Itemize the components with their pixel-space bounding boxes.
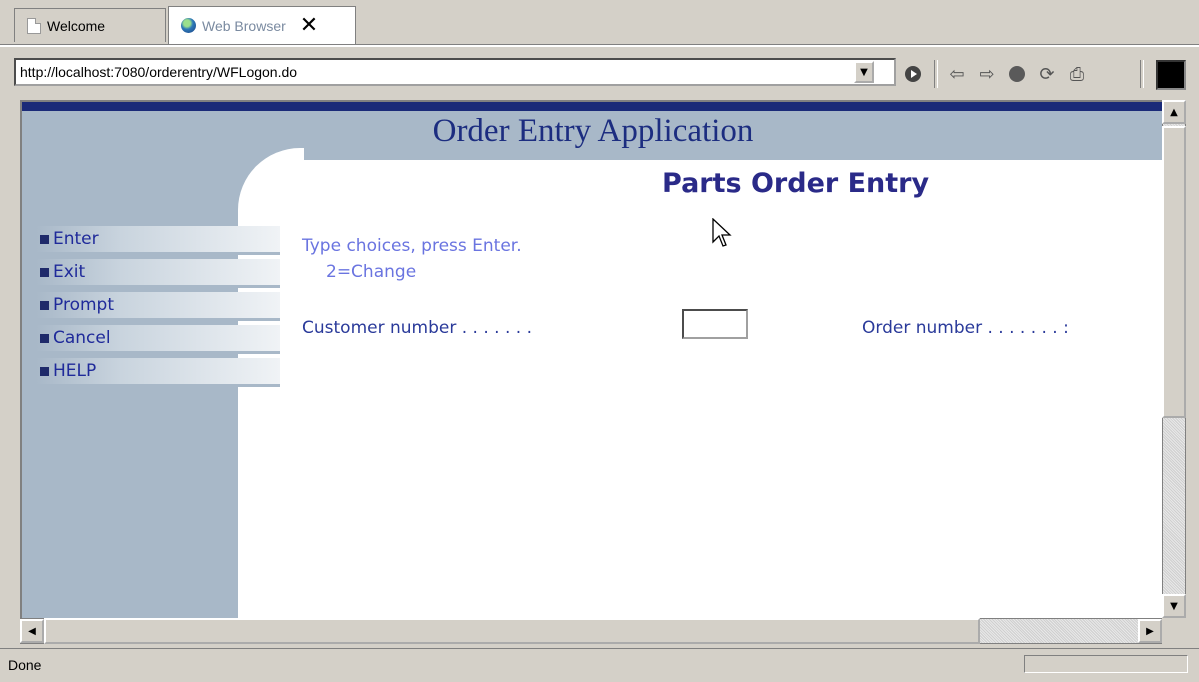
nav-item-label: Prompt	[53, 295, 114, 315]
close-tab-icon[interactable]: ✕	[300, 14, 318, 37]
chevron-down-icon: ▼	[860, 66, 868, 78]
toolbar-separator	[934, 60, 938, 88]
scroll-right-button[interactable]: ▶	[1138, 619, 1162, 643]
app-header: Order Entry Application	[22, 114, 1162, 160]
arrow-down-icon: ▼	[1170, 600, 1178, 612]
browser-viewport: Order Entry Application Enter Exit Promp…	[20, 100, 1162, 618]
tab-divider	[0, 44, 1199, 47]
url-input[interactable]: http://localhost:7080/orderentry/WFLogon…	[14, 58, 896, 86]
scrollbar-corner	[1162, 618, 1186, 644]
arrow-right-icon: ▶	[1146, 625, 1154, 637]
stop-button[interactable]	[1006, 64, 1028, 84]
customer-number-input[interactable]	[682, 309, 748, 339]
nav-item-cancel[interactable]: Cancel	[36, 325, 280, 354]
toolbar-separator	[1140, 60, 1144, 88]
bullet-icon	[40, 267, 49, 277]
refresh-icon: ⟳	[1039, 63, 1055, 85]
bullet-icon	[40, 366, 49, 376]
forward-arrow-icon: ⇨	[979, 63, 995, 85]
vertical-scroll-thumb[interactable]	[1162, 126, 1186, 418]
back-arrow-icon: ⇦	[949, 63, 965, 85]
bullet-icon	[40, 234, 49, 244]
document-icon	[27, 17, 41, 34]
browser-toolbar: http://localhost:7080/orderentry/WFLogon…	[0, 52, 1199, 94]
status-text: Done	[8, 657, 42, 673]
stop-icon	[1009, 66, 1025, 82]
url-dropdown-button[interactable]: ▼	[854, 61, 874, 83]
customer-number-label: Customer number . . . . . . .	[302, 318, 532, 338]
instruction-option: 2=Change	[326, 262, 417, 282]
forward-button[interactable]: ⇨	[976, 63, 998, 85]
printer-icon: ⎙	[1069, 63, 1085, 85]
order-number-label: Order number . . . . . . . :	[862, 318, 1069, 338]
arrow-left-icon: ◀	[28, 625, 36, 637]
nav-item-enter[interactable]: Enter	[36, 226, 280, 255]
nav-item-label: HELP	[53, 361, 97, 381]
go-button[interactable]	[902, 64, 924, 84]
nav-item-help[interactable]: HELP	[36, 358, 280, 387]
scroll-down-button[interactable]: ▼	[1162, 594, 1186, 618]
tab-welcome[interactable]: Welcome	[14, 8, 166, 42]
horizontal-scroll-thumb[interactable]	[44, 618, 980, 644]
arrow-up-icon: ▲	[1170, 106, 1178, 118]
scroll-left-button[interactable]: ◀	[20, 619, 44, 643]
nav-item-exit[interactable]: Exit	[36, 259, 280, 288]
app-title: Order Entry Application	[432, 113, 754, 149]
instruction-text: Type choices, press Enter.	[302, 236, 522, 256]
bullet-icon	[40, 300, 49, 310]
editor-tab-bar: Welcome Web Browser ✕	[0, 0, 1199, 46]
tab-web-browser-label: Web Browser	[202, 17, 286, 34]
tab-web-browser[interactable]: Web Browser ✕	[168, 6, 356, 44]
back-button[interactable]: ⇦	[946, 63, 968, 85]
go-icon	[905, 66, 921, 82]
scroll-up-button[interactable]: ▲	[1162, 100, 1186, 124]
page-heading: Parts Order Entry	[662, 168, 930, 199]
tab-welcome-label: Welcome	[47, 17, 106, 34]
nav-item-label: Exit	[53, 262, 86, 282]
black-indicator	[1156, 60, 1186, 90]
status-bar: Done	[0, 648, 1199, 682]
refresh-button[interactable]: ⟳	[1036, 63, 1058, 85]
globe-icon	[181, 18, 196, 33]
nav-item-label: Enter	[53, 229, 99, 249]
mouse-pointer-icon	[712, 218, 732, 247]
nav-item-label: Cancel	[53, 328, 111, 348]
bullet-icon	[40, 333, 49, 343]
progress-bar	[1024, 655, 1188, 673]
nav-item-prompt[interactable]: Prompt	[36, 292, 280, 321]
print-button[interactable]: ⎙	[1066, 63, 1088, 85]
